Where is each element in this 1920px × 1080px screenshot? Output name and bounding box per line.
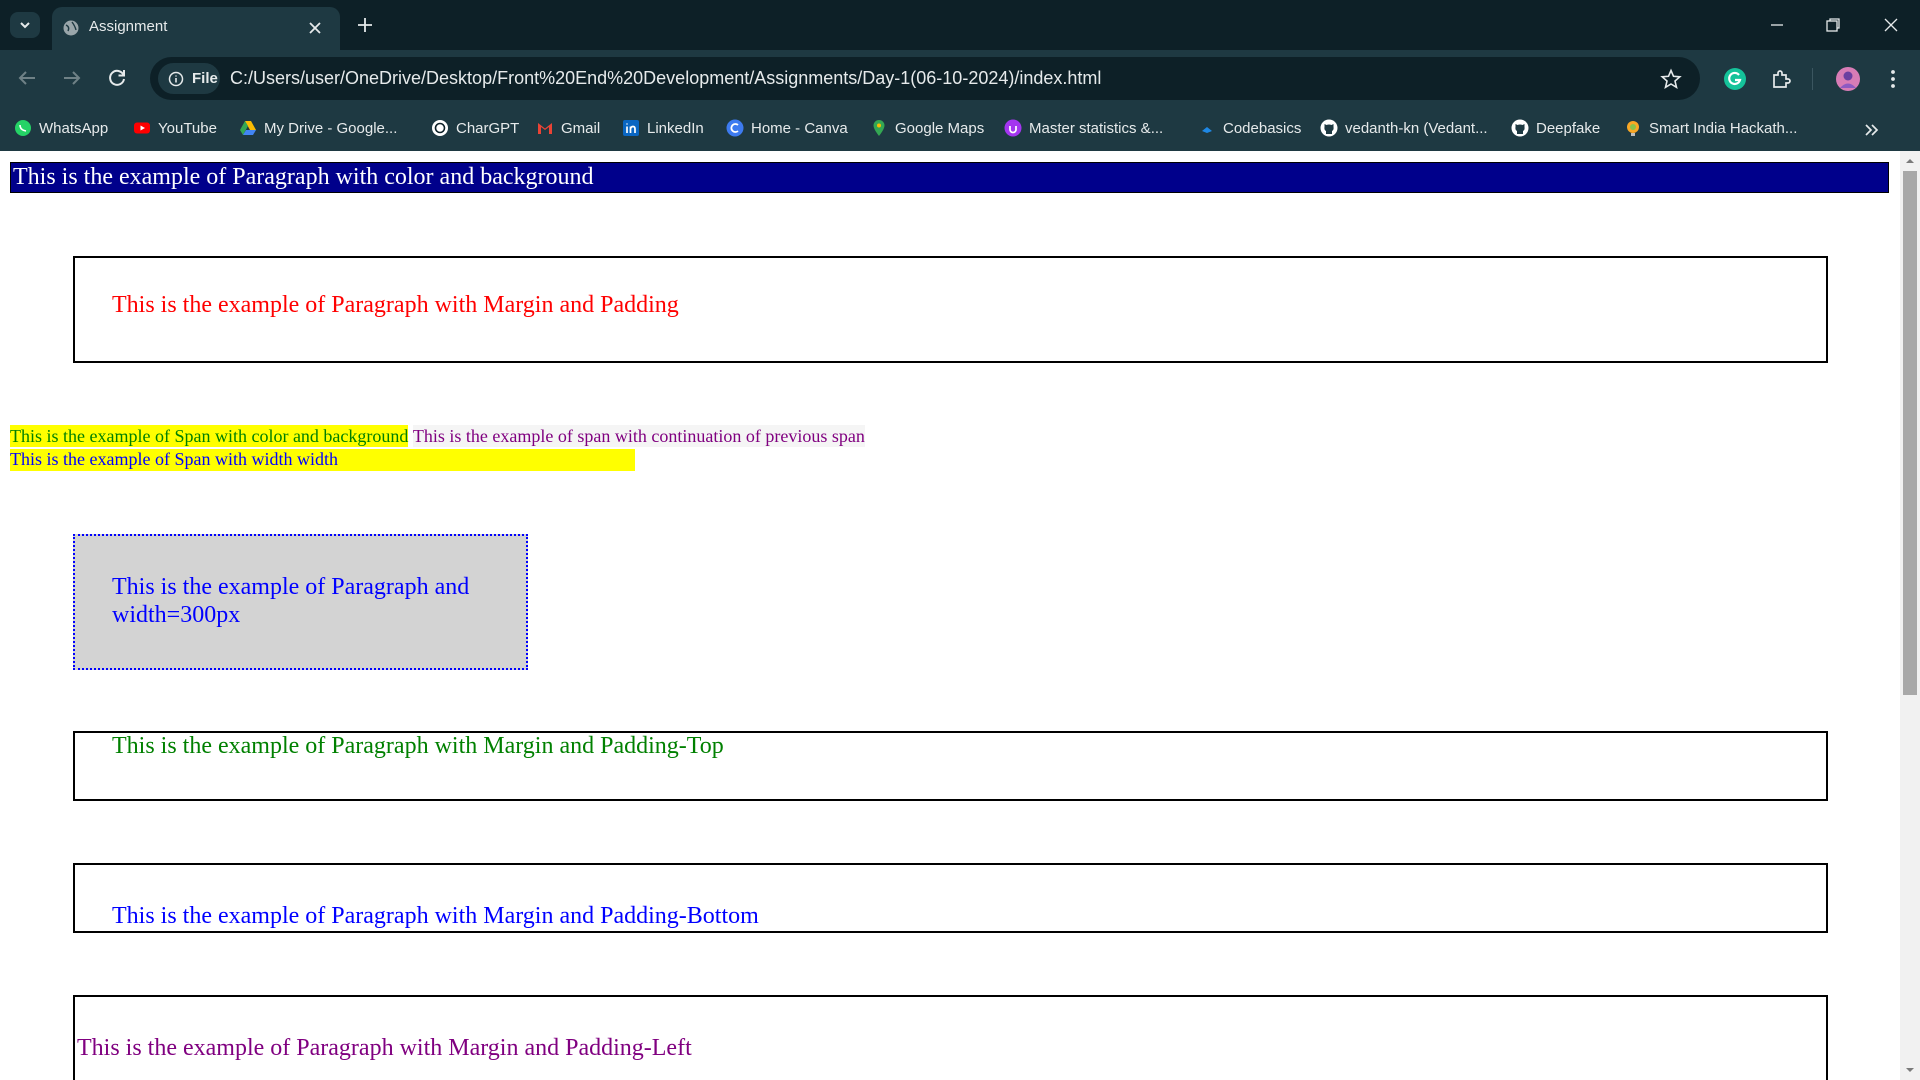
paragraph-text: This is the example of Paragraph with co… xyxy=(13,164,594,190)
bookmark-codebasics[interactable]: Codebasics xyxy=(1198,116,1301,140)
paragraph-width-300px: This is the example of Paragraph and wid… xyxy=(73,534,528,670)
scrollbar-thumb[interactable] xyxy=(1903,171,1917,695)
restore-icon[interactable] xyxy=(1822,14,1844,36)
bookmark-label: Deepfake xyxy=(1536,119,1601,137)
github-icon xyxy=(1511,119,1529,137)
paragraph-text: This is the example of Paragraph with Ma… xyxy=(112,292,679,318)
bookmark-label: vedanth-kn (Vedant... xyxy=(1345,119,1488,137)
page-viewport: This is the example of Paragraph with co… xyxy=(0,151,1900,1080)
bookmark-chatgpt[interactable]: CharGPT xyxy=(431,116,519,140)
paragraph-text: This is the example of Paragraph and wid… xyxy=(112,574,470,628)
sih-icon xyxy=(1627,121,1639,136)
paragraph-padding-left: This is the example of Paragraph with Ma… xyxy=(73,995,1828,1080)
gmail-icon xyxy=(538,123,552,134)
paragraph-margin-padding: This is the example of Paragraph with Ma… xyxy=(73,256,1828,363)
info-icon xyxy=(168,71,184,87)
globe-icon xyxy=(63,20,79,36)
paragraph-padding-top: This is the example of Paragraph with Ma… xyxy=(73,731,1828,801)
window-close-icon[interactable] xyxy=(1880,14,1902,36)
bookmark-my-drive[interactable]: My Drive - Google... xyxy=(239,116,397,140)
bookmark-star-icon[interactable] xyxy=(1660,68,1682,90)
bookmark-label: Smart India Hackath... xyxy=(1649,119,1798,137)
grammarly-icon[interactable] xyxy=(1722,66,1748,92)
paragraph-text: This is the example of Paragraph with Ma… xyxy=(112,903,759,929)
google-drive-icon xyxy=(240,121,256,135)
menu-kebab-icon[interactable] xyxy=(1880,66,1906,92)
bookmark-label: Home - Canva xyxy=(751,119,848,137)
bookmark-google-maps[interactable]: Google Maps xyxy=(870,116,984,140)
youtube-icon xyxy=(134,122,150,134)
bookmark-label: My Drive - Google... xyxy=(264,119,398,137)
tab-search-button[interactable] xyxy=(10,12,40,38)
whatsapp-icon xyxy=(15,120,31,136)
span-width-text: This is the example of Span with width w… xyxy=(10,449,338,469)
bookmark-label: YouTube xyxy=(158,119,217,137)
extensions-icon[interactable] xyxy=(1768,66,1794,92)
scroll-up-arrow-icon[interactable] xyxy=(1905,156,1915,166)
avatar[interactable] xyxy=(1835,66,1861,92)
bookmark-youtube[interactable]: YouTube xyxy=(133,116,217,140)
more-bookmarks-icon[interactable] xyxy=(1862,120,1882,140)
bookmark-label: Gmail xyxy=(561,119,601,137)
bookmark-gmail[interactable]: Gmail xyxy=(536,116,600,140)
site-chip-label: File xyxy=(192,70,218,87)
span-width: This is the example of Span with width w… xyxy=(10,449,635,471)
url-text[interactable]: C:/Users/user/OneDrive/Desktop/Front%20E… xyxy=(230,68,1101,89)
github-icon xyxy=(1320,119,1338,137)
codebasics-icon xyxy=(1202,127,1212,133)
span-line-1: This is the example of Span with color a… xyxy=(10,425,865,448)
reload-icon[interactable] xyxy=(105,66,129,90)
close-icon[interactable] xyxy=(305,18,325,38)
site-info-chip[interactable]: File xyxy=(158,63,220,94)
bookmarks-bar: WhatsApp YouTube My Drive - Google... Ch… xyxy=(0,107,1920,151)
address-bar[interactable]: File C:/Users/user/OneDrive/Desktop/Fron… xyxy=(150,57,1700,100)
paragraph-text: This is the example of Paragraph with Ma… xyxy=(77,1035,692,1061)
google-maps-icon xyxy=(873,120,885,136)
scroll-down-arrow-icon[interactable] xyxy=(1905,1065,1915,1075)
toolbar: File C:/Users/user/OneDrive/Desktop/Fron… xyxy=(0,50,1920,107)
active-tab[interactable]: Assignment xyxy=(52,7,340,50)
chatgpt-icon xyxy=(432,120,448,136)
chevron-down-icon xyxy=(20,22,30,29)
tab-strip: Assignment xyxy=(0,0,1920,50)
back-arrow-icon[interactable] xyxy=(15,66,39,90)
bookmark-label: Google Maps xyxy=(895,119,985,137)
paragraph-color-background: This is the example of Paragraph with co… xyxy=(10,162,1889,193)
bookmark-label: LinkedIn xyxy=(647,119,704,137)
browser-chrome: Assignment File C:/Users/user/OneDrive/D… xyxy=(0,0,1920,151)
bookmark-vedanth-github[interactable]: vedanth-kn (Vedant... xyxy=(1320,116,1488,140)
bookmark-linkedin[interactable]: LinkedIn xyxy=(622,116,704,140)
paragraph-padding-bottom: This is the example of Paragraph with Ma… xyxy=(73,863,1828,933)
bookmark-label: Master statistics &... xyxy=(1029,119,1164,137)
tab-title: Assignment xyxy=(89,18,168,35)
paragraph-text: This is the example of Paragraph with Ma… xyxy=(112,733,724,759)
linkedin-icon xyxy=(623,120,639,136)
toolbar-divider xyxy=(1812,68,1813,90)
span-continuation: This is the example of span with continu… xyxy=(412,425,865,447)
bookmark-deepfake[interactable]: Deepfake xyxy=(1511,116,1600,140)
bookmark-label: CharGPT xyxy=(456,119,520,137)
new-tab-icon[interactable] xyxy=(355,15,375,35)
bookmark-label: WhatsApp xyxy=(39,119,109,137)
bookmark-label: Codebasics xyxy=(1223,119,1302,137)
bookmark-canva[interactable]: Home - Canva xyxy=(726,116,848,140)
bookmark-master-statistics[interactable]: Master statistics &... xyxy=(1004,116,1163,140)
forward-arrow-icon[interactable] xyxy=(60,66,84,90)
minimize-icon[interactable] xyxy=(1766,14,1788,36)
bookmark-smart-india-hackathon[interactable]: Smart India Hackath... xyxy=(1624,116,1797,140)
page-scrollbar[interactable] xyxy=(1900,151,1920,1080)
bookmark-whatsapp[interactable]: WhatsApp xyxy=(14,116,108,140)
canva-icon xyxy=(726,119,744,137)
udemy-icon xyxy=(1004,119,1022,137)
span-color-background: This is the example of Span with color a… xyxy=(10,425,409,447)
